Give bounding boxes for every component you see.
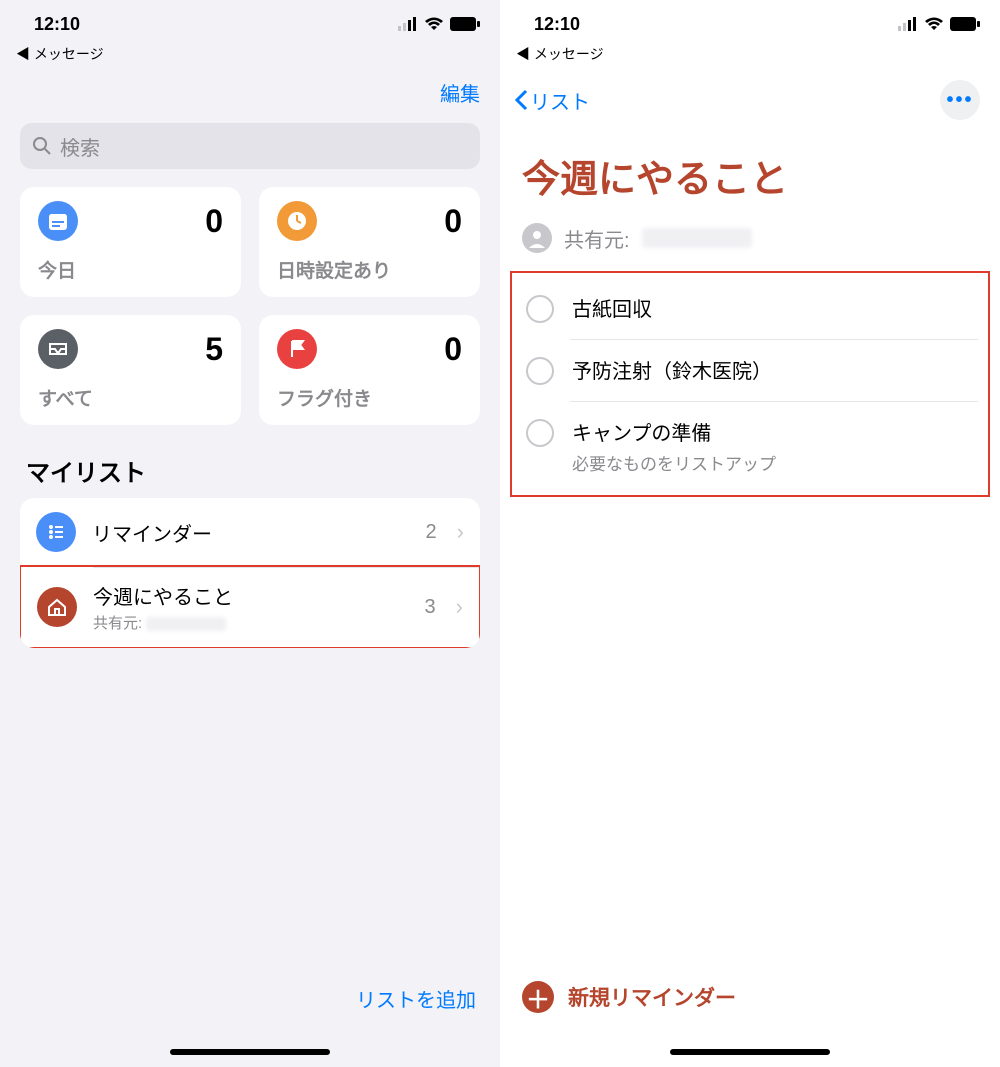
list-count: 2 (426, 521, 437, 544)
list-title: 今週にやること (500, 124, 1000, 217)
house-icon (37, 587, 77, 627)
nav-bar: 編集 (0, 72, 500, 117)
edit-button[interactable]: 編集 (440, 78, 480, 107)
reminder-title: キャンプの準備 (572, 417, 978, 446)
my-lists: リマインダー 2 › 今週にやること 共有元: 3 › (20, 498, 480, 648)
new-reminder-label: 新規リマインダー (568, 982, 736, 1012)
complete-toggle[interactable] (526, 419, 554, 447)
back-to-app[interactable]: ◀ メッセージ (500, 44, 1000, 64)
reminder-title: 予防注射（鈴木医院） (572, 355, 978, 384)
list-bullet-icon (36, 512, 76, 552)
search-icon (32, 136, 52, 156)
clock-icon (277, 201, 317, 241)
list-count: 3 (425, 596, 436, 619)
home-indicator[interactable] (170, 1049, 330, 1055)
back-label: リスト (530, 86, 590, 115)
reminders-list-screen: 12:10 ◀ メッセージ リスト ••• 今週にやること 共有元: 古紙回収 (500, 0, 1000, 1067)
reminders-list: 古紙回収 予防注射（鈴木医院） キャンプの準備 必要なものをリストアップ (510, 271, 990, 497)
status-time: 12:10 (534, 14, 580, 35)
calendar-icon (38, 201, 78, 241)
ellipsis-icon: ••• (946, 89, 973, 112)
reminder-row[interactable]: 古紙回収 (512, 277, 988, 339)
card-flagged-label: フラグ付き (277, 384, 462, 411)
reminder-title: 古紙回収 (572, 293, 978, 322)
flag-icon (277, 329, 317, 369)
status-time: 12:10 (34, 14, 80, 35)
card-today-count: 0 (205, 203, 223, 240)
card-flagged[interactable]: 0 フラグ付き (259, 315, 480, 425)
plus-icon: ＋ (522, 981, 554, 1013)
back-button[interactable]: リスト (514, 86, 590, 115)
card-today[interactable]: 0 今日 (20, 187, 241, 297)
reminder-row[interactable]: キャンプの準備 必要なものをリストアップ (512, 401, 988, 491)
list-title: 今週にやること (93, 581, 409, 610)
status-bar: 12:10 (0, 0, 500, 48)
card-all[interactable]: 5 すべて (20, 315, 241, 425)
avatar-icon (522, 223, 552, 253)
cellular-icon (398, 17, 418, 31)
status-icons (398, 17, 480, 31)
nav-bar: リスト ••• (500, 72, 1000, 124)
home-indicator[interactable] (670, 1049, 830, 1055)
card-scheduled[interactable]: 0 日時設定あり (259, 187, 480, 297)
card-all-label: すべて (38, 384, 223, 411)
cellular-icon (898, 17, 918, 31)
status-bar: 12:10 (500, 0, 1000, 48)
list-shared-from: 共有元: (93, 612, 409, 633)
inbox-icon (38, 329, 78, 369)
battery-icon (950, 17, 980, 31)
list-title: リマインダー (92, 518, 410, 547)
card-scheduled-label: 日時設定あり (277, 256, 462, 283)
add-list-button[interactable]: リストを追加 (356, 990, 476, 1012)
wifi-icon (924, 17, 944, 31)
more-button[interactable]: ••• (940, 80, 980, 120)
redacted-name (642, 228, 752, 248)
reminder-note: 必要なものをリストアップ (572, 450, 978, 475)
search-input[interactable]: 検索 (20, 123, 480, 169)
shared-from-row[interactable]: 共有元: (500, 217, 1000, 271)
card-today-label: 今日 (38, 256, 223, 283)
complete-toggle[interactable] (526, 357, 554, 385)
wifi-icon (424, 17, 444, 31)
smart-list-cards: 0 今日 0 日時設定あり 5 すべて (0, 187, 500, 425)
chevron-left-icon (514, 89, 528, 111)
status-icons (898, 17, 980, 31)
mylist-header: マイリスト (0, 425, 500, 498)
list-row-reminders[interactable]: リマインダー 2 › (20, 498, 480, 566)
shared-from-label: 共有元: (564, 224, 630, 253)
list-row-this-week[interactable]: 今週にやること 共有元: 3 › (20, 565, 480, 648)
complete-toggle[interactable] (526, 295, 554, 323)
chevron-right-icon: › (457, 519, 464, 545)
reminder-row[interactable]: 予防注射（鈴木医院） (512, 339, 988, 401)
reminders-home-screen: 12:10 ◀ メッセージ 編集 検索 0 今日 (0, 0, 500, 1067)
battery-icon (450, 17, 480, 31)
card-flagged-count: 0 (444, 331, 462, 368)
card-all-count: 5 (205, 331, 223, 368)
search-placeholder: 検索 (60, 132, 100, 161)
card-scheduled-count: 0 (444, 203, 462, 240)
new-reminder-button[interactable]: ＋ 新規リマインダー (522, 981, 978, 1013)
back-to-app[interactable]: ◀ メッセージ (0, 44, 500, 64)
chevron-right-icon: › (456, 594, 463, 620)
redacted-name (146, 617, 226, 631)
